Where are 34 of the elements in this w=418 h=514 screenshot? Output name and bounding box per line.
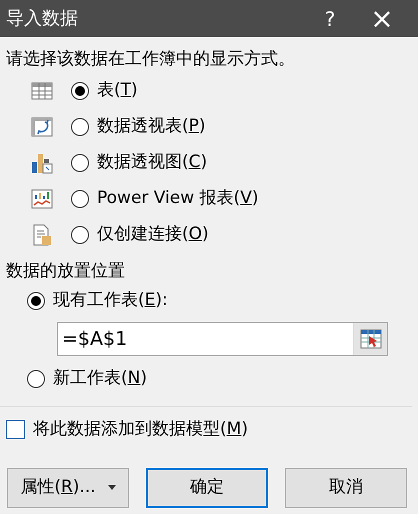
option-label[interactable]: 数据透视表(P) xyxy=(97,114,206,140)
range-field[interactable]: =$A$1 xyxy=(58,323,353,355)
radio-button[interactable] xyxy=(71,154,89,172)
radio-button[interactable] xyxy=(27,370,45,388)
range-box[interactable]: =$A$1 xyxy=(57,322,388,356)
pivot-chart-icon xyxy=(31,152,53,174)
grid-pointer-icon xyxy=(360,328,382,350)
radio-button[interactable] xyxy=(27,292,45,310)
help-button[interactable]: ? xyxy=(304,8,356,28)
section-heading: 数据的放置位置 xyxy=(5,260,126,282)
close-button[interactable]: × xyxy=(356,4,408,32)
checkbox-label[interactable]: 将此数据添加到数据模型(M) xyxy=(33,417,248,442)
radio-button[interactable] xyxy=(71,190,89,208)
option-label[interactable]: 数据透视图(C) xyxy=(97,150,208,176)
radio-button[interactable] xyxy=(71,118,89,136)
prompt-text: 请选择该数据在工作簿中的显示方式。 xyxy=(5,48,296,71)
radio-button[interactable] xyxy=(71,82,89,100)
option-label[interactable]: 表(T) xyxy=(97,78,138,104)
dialog-button[interactable]: 取消 xyxy=(285,468,407,508)
range-select-button[interactable] xyxy=(353,323,387,355)
option-label[interactable]: 现有工作表(E): xyxy=(53,288,168,314)
option-label[interactable]: 新工作表(N) xyxy=(53,366,147,392)
option-label[interactable]: Power View 报表(V) xyxy=(97,186,258,212)
power-view-icon xyxy=(31,188,53,210)
pivot-table-icon xyxy=(31,116,53,138)
dialog-button[interactable]: 确定 xyxy=(146,468,268,508)
option-label[interactable]: 仅创建连接(O) xyxy=(97,222,209,248)
window-title: 导入数据 xyxy=(6,7,79,31)
radio-button[interactable] xyxy=(71,226,89,244)
properties-button[interactable]: 属性(R)... xyxy=(7,468,129,508)
table-icon xyxy=(31,80,53,102)
caret-icon xyxy=(108,485,116,490)
checkbox[interactable] xyxy=(6,420,25,440)
connection-icon xyxy=(31,224,53,246)
